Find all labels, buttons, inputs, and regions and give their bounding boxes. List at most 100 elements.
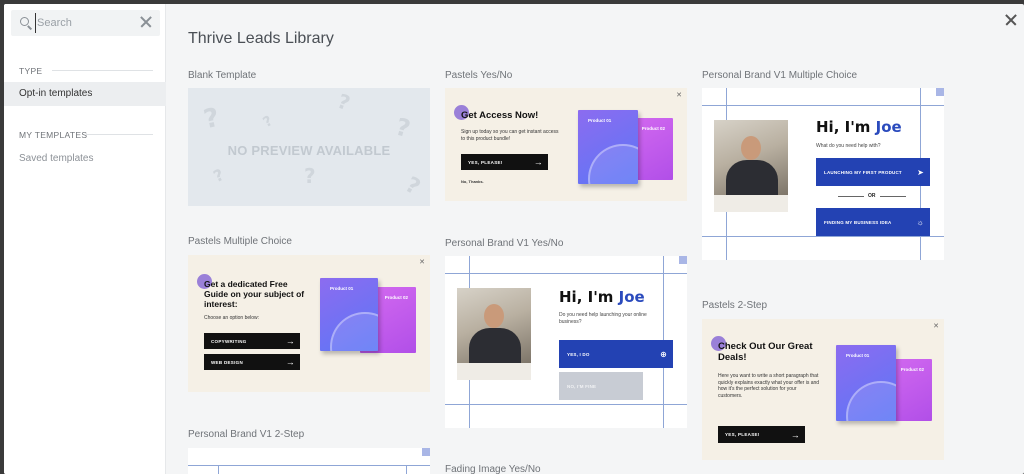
product-label: Product 02 (641, 126, 665, 131)
frame-line (445, 404, 687, 405)
or-divider: OR (839, 193, 904, 199)
template-card-pb-2step[interactable] (188, 448, 430, 474)
question-mark-decoration: ? (210, 164, 227, 187)
frame-line (445, 273, 687, 274)
profile-photo (457, 288, 531, 380)
close-icon: ✕ (676, 92, 682, 99)
template-card-pastels-2step[interactable]: ✕ Check Out Our Great Deals! Here you wa… (702, 319, 944, 460)
close-icon: ✕ (933, 323, 939, 330)
template-label-pastels-yesno: Pastels Yes/No (445, 70, 513, 81)
greeting-heading: Hi, I'm Joe (816, 118, 902, 136)
template-card-blank[interactable]: ? ? ? ? ? ? ? NO PREVIEW AVAILABLE (188, 88, 430, 206)
product-label: Product 01 (588, 118, 612, 123)
close-icon: ✕ (419, 259, 425, 266)
rocket-icon: ➤ (917, 167, 924, 177)
lightbulb-icon: ☼ (916, 217, 924, 227)
no-preview-text: NO PREVIEW AVAILABLE (227, 143, 391, 158)
photo-desk (714, 195, 788, 212)
template-label-blank: Blank Template (188, 70, 257, 81)
question-mark-decoration: ? (304, 164, 316, 188)
clear-search-icon[interactable] (139, 15, 153, 29)
template-card-pastels-multiple[interactable]: ✕ Get a dedicated Free Guide on your sub… (188, 255, 430, 392)
question-text: Do you need help launching your online b… (559, 312, 647, 325)
button-label: YES, I DO (567, 351, 590, 357)
my-templates-section-label: MY TEMPLATES (19, 130, 88, 140)
template-body: Here you want to write a short paragraph… (718, 373, 820, 399)
arrow-right-icon: → (285, 336, 295, 346)
type-section-label: TYPE (19, 66, 43, 76)
type-divider (52, 70, 153, 71)
sidebar-item-optin-templates[interactable]: Opt-in templates (4, 82, 166, 106)
product-label: Product 02 (900, 367, 924, 372)
product-label: Product 02 (384, 295, 408, 300)
my-templates-divider (86, 134, 153, 135)
template-card-pb-multiple[interactable]: Hi, I'm Joe What do you need help with? … (702, 88, 944, 260)
yes-button: YES, I DO ⊕ (559, 340, 673, 368)
question-mark-decoration: ? (400, 172, 425, 201)
button-label: FINDING MY BUSINESS IDEA (824, 219, 892, 225)
frame-line (218, 465, 219, 474)
search-box[interactable] (11, 10, 160, 36)
arrow-circle-icon: ⊕ (660, 349, 667, 359)
library-main: Thrive Leads Library Blank Template ? ? … (166, 4, 1024, 474)
arrow-right-icon: → (790, 429, 800, 440)
option-button: COPYWRITING → (204, 333, 300, 349)
frame-line (702, 236, 944, 237)
template-heading: Check Out Our Great Deals! (718, 341, 813, 363)
template-card-pb-yesno[interactable]: Hi, I'm Joe Do you need help launching y… (445, 256, 687, 428)
arrow-right-icon: → (533, 157, 543, 167)
search-icon (20, 17, 29, 26)
option-label: WEB DESIGN (211, 359, 244, 365)
greeting-text: Hi, I'm (816, 118, 876, 136)
question-mark-decoration: ? (201, 102, 223, 136)
corner-square (422, 448, 430, 456)
question-mark-decoration: ? (334, 88, 354, 116)
greeting-name: Joe (618, 288, 645, 306)
question-mark-decoration: ? (260, 113, 276, 131)
question-text: What do you need help with? (816, 143, 881, 149)
search-input[interactable] (35, 13, 135, 33)
sidebar-item-saved-templates[interactable]: Saved templates (4, 147, 166, 171)
yes-button: YES, PLEASE! → (718, 426, 805, 443)
decline-link: No, Thanks. (461, 179, 484, 184)
template-label-pastels-2step: Pastels 2-Step (702, 300, 768, 311)
option-button: LAUNCHING MY FIRST PRODUCT ➤ (816, 158, 930, 186)
frame-line (406, 465, 407, 474)
product-label: Product 01 (846, 353, 870, 358)
template-heading: Get a dedicated Free Guide on your subje… (204, 279, 305, 309)
corner-square (936, 88, 944, 96)
template-library-modal: TYPE Opt-in templates MY TEMPLATES Saved… (4, 4, 1024, 474)
close-icon[interactable] (1004, 13, 1018, 27)
button-label: LAUNCHING MY FIRST PRODUCT (824, 169, 902, 175)
arrow-right-icon: → (285, 357, 295, 367)
button-label: YES, PLEASE! (725, 432, 760, 437)
product-box: Product 01 (836, 345, 896, 421)
template-body: Sign up today so you can get instant acc… (461, 129, 559, 142)
corner-square (679, 256, 687, 264)
yes-button: YES, PLEASE! → (461, 154, 548, 170)
product-label: Product 01 (330, 286, 354, 291)
product-box: Product 01 (578, 110, 638, 184)
greeting-heading: Hi, I'm Joe (559, 288, 645, 306)
photo-desk (457, 363, 531, 380)
option-button: WEB DESIGN → (204, 354, 300, 370)
option-label: COPYWRITING (211, 338, 247, 344)
profile-photo (714, 120, 788, 212)
greeting-text: Hi, I'm (559, 288, 619, 306)
template-label-pb-yesno: Personal Brand V1 Yes/No (445, 238, 564, 249)
button-label: NO, I'M FINE (567, 383, 597, 389)
swirl-decoration (588, 144, 638, 184)
template-label-pb-2step: Personal Brand V1 2-Step (188, 429, 305, 440)
frame-line (702, 105, 944, 106)
question-mark-decoration: ? (392, 112, 414, 144)
sidebar: TYPE Opt-in templates MY TEMPLATES Saved… (4, 4, 166, 474)
swirl-decoration (330, 312, 378, 351)
swirl-decoration (846, 381, 896, 421)
photo-face (484, 304, 504, 328)
frame-line (188, 465, 430, 466)
no-button: NO, I'M FINE (559, 372, 643, 400)
template-card-pastels-yesno[interactable]: ✕ Get Access Now! Sign up today so you c… (445, 88, 687, 201)
option-button: FINDING MY BUSINESS IDEA ☼ (816, 208, 930, 236)
template-label-fading: Fading Image Yes/No (445, 464, 541, 474)
photo-face (741, 136, 761, 160)
